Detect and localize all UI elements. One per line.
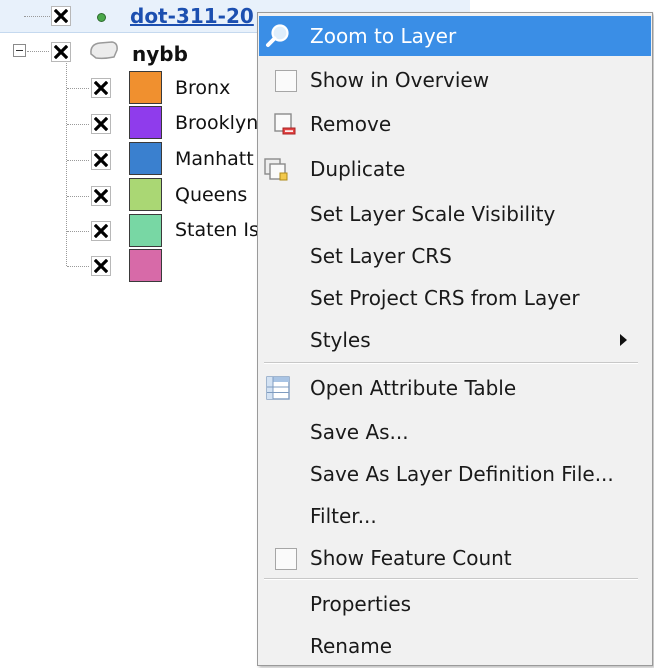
submenu-arrow-icon bbox=[620, 334, 627, 346]
symbol-checkbox[interactable] bbox=[91, 114, 111, 134]
menu-item-label: Set Project CRS from Layer bbox=[310, 286, 580, 310]
collapse-toggle-icon[interactable] bbox=[13, 44, 26, 57]
symbol-checkbox[interactable] bbox=[91, 186, 111, 206]
menu-item-label: Properties bbox=[310, 592, 412, 616]
symbol-swatch bbox=[129, 71, 162, 104]
menu-item-label: Filter... bbox=[310, 504, 377, 528]
menu-separator bbox=[264, 362, 638, 364]
legend-item-label: Bronx bbox=[175, 77, 231, 99]
zoom-magnifier-icon bbox=[265, 23, 291, 49]
symbol-swatch bbox=[129, 106, 162, 139]
menu-item-label: Zoom to Layer bbox=[310, 24, 457, 48]
symbol-checkbox[interactable] bbox=[91, 221, 111, 241]
menu-item-label: Set Layer Scale Visibility bbox=[310, 202, 556, 226]
duplicate-layer-icon bbox=[263, 157, 289, 183]
checkbox-unchecked-icon[interactable] bbox=[275, 548, 297, 570]
menu-separator bbox=[264, 578, 638, 580]
symbol-checkbox[interactable] bbox=[91, 150, 111, 170]
menu-item-label: Styles bbox=[310, 328, 371, 352]
layer-visibility-checkbox[interactable] bbox=[51, 6, 71, 26]
tree-connector bbox=[24, 16, 50, 17]
tree-connector bbox=[66, 63, 67, 266]
menu-item-label: Save As... bbox=[310, 420, 409, 444]
layer-context-menu: Zoom to Layer Show in Overview Remove Du… bbox=[257, 12, 653, 666]
symbol-checkbox[interactable] bbox=[91, 256, 111, 276]
menu-item-remove[interactable]: Remove bbox=[259, 104, 651, 144]
menu-item-show-in-overview[interactable]: Show in Overview bbox=[259, 60, 651, 100]
group-layer-name[interactable]: nybb bbox=[132, 42, 188, 66]
menu-item-save-as-layer-definition[interactable]: Save As Layer Definition File... bbox=[259, 454, 651, 494]
point-layer-icon bbox=[97, 13, 106, 22]
menu-item-label: Show Feature Count bbox=[310, 546, 512, 570]
menu-item-properties[interactable]: Properties bbox=[259, 584, 651, 624]
symbol-swatch bbox=[129, 178, 162, 211]
menu-item-label: Save As Layer Definition File... bbox=[310, 462, 614, 486]
menu-item-label: Rename bbox=[310, 634, 393, 658]
menu-item-save-as[interactable]: Save As... bbox=[259, 412, 651, 452]
legend-item-label: Brooklyn bbox=[175, 112, 259, 134]
menu-item-label: Duplicate bbox=[310, 157, 406, 181]
menu-item-show-feature-count[interactable]: Show Feature Count bbox=[259, 538, 651, 578]
checkbox-unchecked-icon[interactable] bbox=[275, 70, 297, 92]
menu-item-open-attribute-table[interactable]: Open Attribute Table bbox=[259, 368, 651, 408]
menu-item-duplicate[interactable]: Duplicate bbox=[259, 149, 651, 189]
legend-item-label: Staten Is bbox=[175, 219, 259, 241]
menu-item-label: Open Attribute Table bbox=[310, 376, 517, 400]
polygon-layer-icon bbox=[88, 40, 120, 64]
menu-item-rename[interactable]: Rename bbox=[259, 626, 651, 666]
symbol-checkbox[interactable] bbox=[91, 78, 111, 98]
legend-item-label: Queens bbox=[175, 184, 248, 206]
symbol-swatch bbox=[129, 214, 162, 247]
menu-item-styles[interactable]: Styles bbox=[259, 320, 651, 360]
menu-item-set-project-crs-from-layer[interactable]: Set Project CRS from Layer bbox=[259, 278, 651, 318]
menu-item-label: Show in Overview bbox=[310, 68, 490, 92]
menu-item-set-layer-crs[interactable]: Set Layer CRS bbox=[259, 236, 651, 276]
tree-connector bbox=[27, 51, 49, 52]
attribute-table-icon bbox=[265, 375, 291, 401]
menu-item-filter[interactable]: Filter... bbox=[259, 496, 651, 536]
menu-item-label: Remove bbox=[310, 112, 392, 136]
symbol-swatch bbox=[129, 142, 162, 175]
symbol-swatch bbox=[129, 249, 162, 282]
remove-layer-icon bbox=[273, 112, 299, 138]
group-visibility-checkbox[interactable] bbox=[51, 42, 71, 62]
menu-item-set-layer-scale-visibility[interactable]: Set Layer Scale Visibility bbox=[259, 194, 651, 234]
menu-item-label: Set Layer CRS bbox=[310, 244, 452, 268]
legend-item-label: Manhatt bbox=[175, 148, 254, 170]
menu-item-zoom-to-layer[interactable]: Zoom to Layer bbox=[259, 16, 651, 56]
layer-name[interactable]: dot-311-20 bbox=[130, 4, 254, 28]
